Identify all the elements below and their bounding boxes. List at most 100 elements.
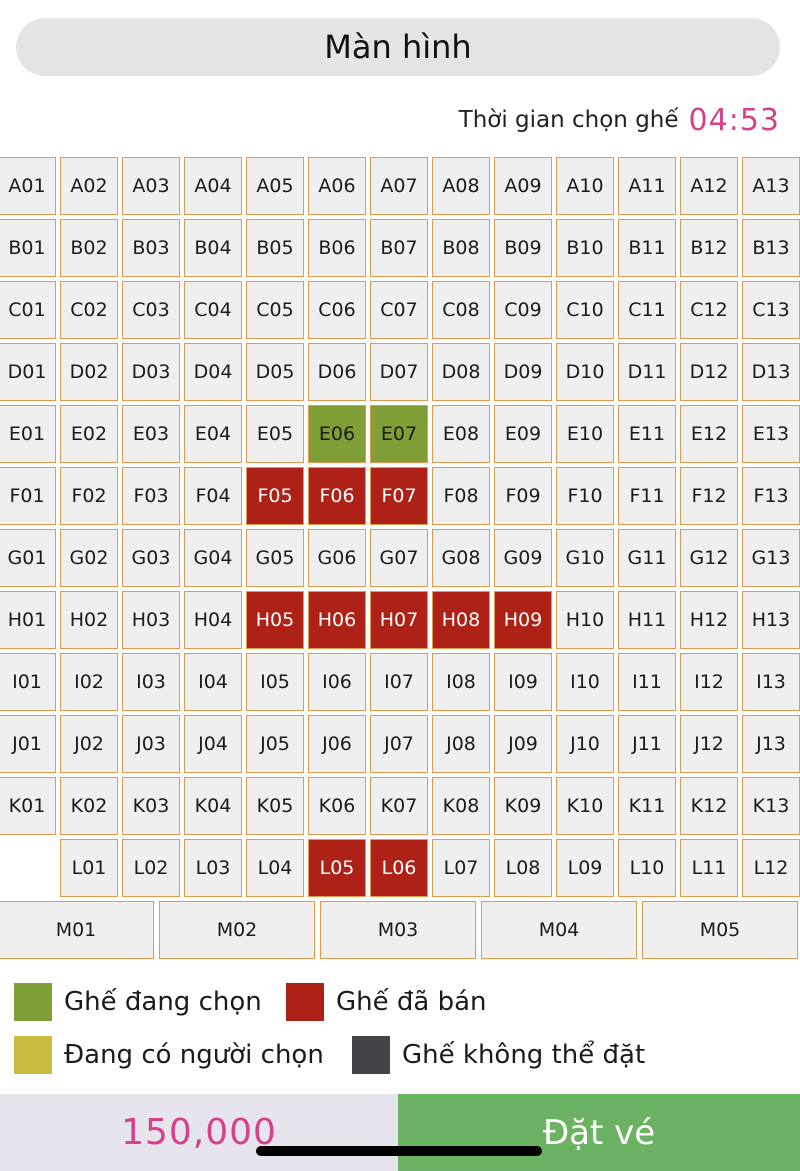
seat-k12[interactable]: K12	[680, 777, 738, 835]
seat-j05[interactable]: J05	[246, 715, 304, 773]
seat-d03[interactable]: D03	[122, 343, 180, 401]
seat-k04[interactable]: K04	[184, 777, 242, 835]
seat-h13[interactable]: H13	[742, 591, 800, 649]
seat-d06[interactable]: D06	[308, 343, 366, 401]
seat-g07[interactable]: G07	[370, 529, 428, 587]
seat-f05[interactable]: F05	[246, 467, 304, 525]
seat-a06[interactable]: A06	[308, 157, 366, 215]
seat-a12[interactable]: A12	[680, 157, 738, 215]
seat-k02[interactable]: K02	[60, 777, 118, 835]
seat-j11[interactable]: J11	[618, 715, 676, 773]
seat-a11[interactable]: A11	[618, 157, 676, 215]
seat-h03[interactable]: H03	[122, 591, 180, 649]
seat-c08[interactable]: C08	[432, 281, 490, 339]
seat-m05[interactable]: M05	[642, 901, 798, 959]
seat-l03[interactable]: L03	[184, 839, 242, 897]
seat-e13[interactable]: E13	[742, 405, 800, 463]
seat-c05[interactable]: C05	[246, 281, 304, 339]
seat-g01[interactable]: G01	[0, 529, 56, 587]
seat-j02[interactable]: J02	[60, 715, 118, 773]
seat-e10[interactable]: E10	[556, 405, 614, 463]
seat-i04[interactable]: I04	[184, 653, 242, 711]
seat-a09[interactable]: A09	[494, 157, 552, 215]
seat-j04[interactable]: J04	[184, 715, 242, 773]
book-ticket-button[interactable]: Đặt vé	[398, 1094, 800, 1171]
seat-i10[interactable]: I10	[556, 653, 614, 711]
seat-a05[interactable]: A05	[246, 157, 304, 215]
seat-c04[interactable]: C04	[184, 281, 242, 339]
seat-c12[interactable]: C12	[680, 281, 738, 339]
seat-c06[interactable]: C06	[308, 281, 366, 339]
seat-c01[interactable]: C01	[0, 281, 56, 339]
seat-d10[interactable]: D10	[556, 343, 614, 401]
seat-b03[interactable]: B03	[122, 219, 180, 277]
seat-f06[interactable]: F06	[308, 467, 366, 525]
seat-j13[interactable]: J13	[742, 715, 800, 773]
seat-f10[interactable]: F10	[556, 467, 614, 525]
seat-a10[interactable]: A10	[556, 157, 614, 215]
seat-g05[interactable]: G05	[246, 529, 304, 587]
seat-l02[interactable]: L02	[122, 839, 180, 897]
seat-b04[interactable]: B04	[184, 219, 242, 277]
seat-g09[interactable]: G09	[494, 529, 552, 587]
seat-c11[interactable]: C11	[618, 281, 676, 339]
seat-c02[interactable]: C02	[60, 281, 118, 339]
seat-f12[interactable]: F12	[680, 467, 738, 525]
seat-e04[interactable]: E04	[184, 405, 242, 463]
seat-h08[interactable]: H08	[432, 591, 490, 649]
seat-j10[interactable]: J10	[556, 715, 614, 773]
seat-j06[interactable]: J06	[308, 715, 366, 773]
seat-l08[interactable]: L08	[494, 839, 552, 897]
seat-g13[interactable]: G13	[742, 529, 800, 587]
seat-d12[interactable]: D12	[680, 343, 738, 401]
seat-d13[interactable]: D13	[742, 343, 800, 401]
seat-k03[interactable]: K03	[122, 777, 180, 835]
seat-b11[interactable]: B11	[618, 219, 676, 277]
seat-l01[interactable]: L01	[60, 839, 118, 897]
seat-b02[interactable]: B02	[60, 219, 118, 277]
seat-a13[interactable]: A13	[742, 157, 800, 215]
seat-g04[interactable]: G04	[184, 529, 242, 587]
seat-e01[interactable]: E01	[0, 405, 56, 463]
seat-l04[interactable]: L04	[246, 839, 304, 897]
seat-l06[interactable]: L06	[370, 839, 428, 897]
seat-j03[interactable]: J03	[122, 715, 180, 773]
seat-h07[interactable]: H07	[370, 591, 428, 649]
seat-j01[interactable]: J01	[0, 715, 56, 773]
seat-j08[interactable]: J08	[432, 715, 490, 773]
seat-e05[interactable]: E05	[246, 405, 304, 463]
seat-e11[interactable]: E11	[618, 405, 676, 463]
seat-b13[interactable]: B13	[742, 219, 800, 277]
seat-b06[interactable]: B06	[308, 219, 366, 277]
seat-b10[interactable]: B10	[556, 219, 614, 277]
seat-f11[interactable]: F11	[618, 467, 676, 525]
seat-d04[interactable]: D04	[184, 343, 242, 401]
seat-l09[interactable]: L09	[556, 839, 614, 897]
seat-d07[interactable]: D07	[370, 343, 428, 401]
seat-h02[interactable]: H02	[60, 591, 118, 649]
seat-b09[interactable]: B09	[494, 219, 552, 277]
seat-b07[interactable]: B07	[370, 219, 428, 277]
seat-b01[interactable]: B01	[0, 219, 56, 277]
seat-i12[interactable]: I12	[680, 653, 738, 711]
seat-d08[interactable]: D08	[432, 343, 490, 401]
seat-a04[interactable]: A04	[184, 157, 242, 215]
seat-e09[interactable]: E09	[494, 405, 552, 463]
seat-i11[interactable]: I11	[618, 653, 676, 711]
seat-h11[interactable]: H11	[618, 591, 676, 649]
seat-k10[interactable]: K10	[556, 777, 614, 835]
seat-g08[interactable]: G08	[432, 529, 490, 587]
seat-d05[interactable]: D05	[246, 343, 304, 401]
seat-i02[interactable]: I02	[60, 653, 118, 711]
seat-f09[interactable]: F09	[494, 467, 552, 525]
seat-i06[interactable]: I06	[308, 653, 366, 711]
seat-j12[interactable]: J12	[680, 715, 738, 773]
seat-e06[interactable]: E06	[308, 405, 366, 463]
seat-g03[interactable]: G03	[122, 529, 180, 587]
seat-h09[interactable]: H09	[494, 591, 552, 649]
seat-h06[interactable]: H06	[308, 591, 366, 649]
seat-k13[interactable]: K13	[742, 777, 800, 835]
seat-g06[interactable]: G06	[308, 529, 366, 587]
seat-e12[interactable]: E12	[680, 405, 738, 463]
seat-c09[interactable]: C09	[494, 281, 552, 339]
